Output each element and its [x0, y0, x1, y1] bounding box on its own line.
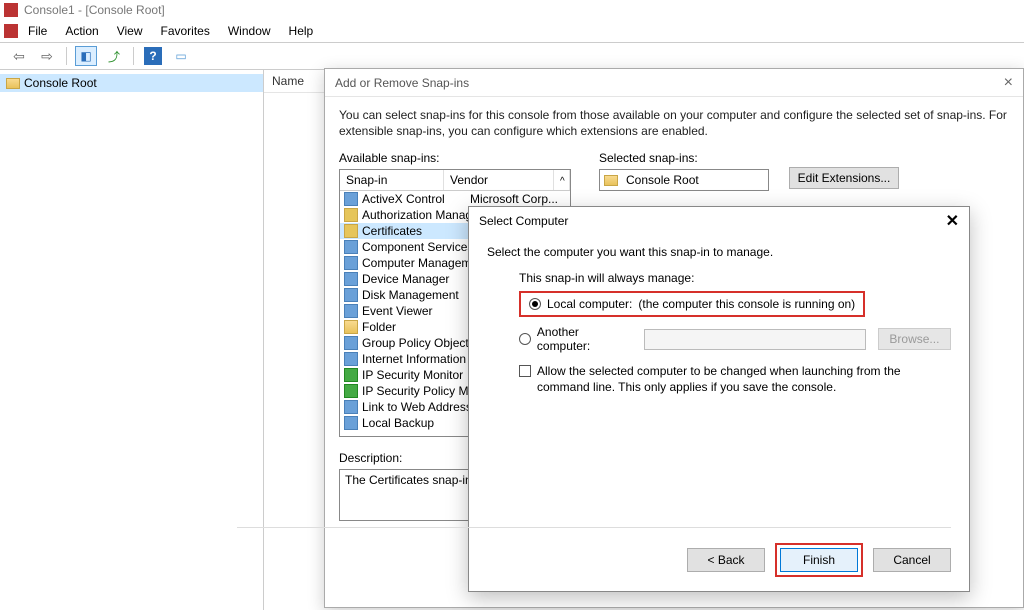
snapin-icon — [344, 304, 358, 318]
local-computer-label: Local computer: — [547, 297, 632, 311]
dialog-header[interactable]: Select Computer ✕ — [469, 207, 969, 235]
tree-item-console-root[interactable]: Console Root — [0, 74, 263, 92]
toolbar-separator — [66, 47, 67, 65]
snapin-row[interactable]: ActiveX Control Microsoft Corp... — [340, 191, 570, 207]
manage-fieldset: This snap-in will always manage: Local c… — [519, 271, 951, 395]
menu-file[interactable]: File — [28, 24, 47, 38]
back-button[interactable]: < Back — [687, 548, 765, 572]
menu-view[interactable]: View — [117, 24, 143, 38]
close-icon[interactable]: × — [1004, 74, 1013, 92]
close-icon[interactable]: ✕ — [946, 211, 959, 231]
back-button[interactable] — [8, 46, 30, 66]
footer-separator — [237, 527, 951, 528]
dialog-intro-text: You can select snap-ins for this console… — [339, 107, 1009, 139]
snapin-icon — [344, 336, 358, 350]
local-computer-hint: (the computer this console is running on… — [638, 297, 855, 311]
cancel-button[interactable]: Cancel — [873, 548, 951, 572]
snapin-icon — [344, 416, 358, 430]
folder-icon — [604, 175, 618, 186]
snapin-icon — [344, 368, 358, 382]
snapin-icon — [344, 240, 358, 254]
fieldset-label: This snap-in will always manage: — [519, 271, 951, 285]
tree-pane[interactable]: Console Root — [0, 70, 264, 610]
doc-icon — [4, 24, 18, 38]
dialog-select-computer: Select Computer ✕ Select the computer yo… — [468, 206, 970, 592]
allow-change-text: Allow the selected computer to be change… — [537, 363, 951, 395]
another-computer-row: Another computer: Browse... — [519, 325, 951, 353]
radio-local-computer[interactable] — [529, 298, 541, 310]
allow-change-row: Allow the selected computer to be change… — [519, 363, 951, 395]
list-header: Snap-in Vendor — [340, 170, 570, 191]
menu-window[interactable]: Window — [228, 24, 271, 38]
another-computer-input — [644, 329, 865, 350]
dialog-body: Select the computer you want this snap-i… — [469, 235, 969, 405]
window-titlebar: Console1 - [Console Root] — [0, 0, 1024, 20]
toolbar — [0, 42, 1024, 70]
snapin-icon — [344, 272, 358, 286]
folder-icon — [6, 78, 20, 89]
available-snapins-label: Available snap-ins: — [339, 151, 571, 165]
select-computer-intro: Select the computer you want this snap-i… — [487, 245, 951, 259]
dialog-footer: < Back Finish Cancel — [687, 543, 951, 577]
snapin-icon — [344, 256, 358, 270]
snapin-icon — [344, 400, 358, 414]
snapin-icon — [344, 288, 358, 302]
column-vendor[interactable]: Vendor — [444, 170, 554, 190]
selected-root-label: Console Root — [626, 173, 699, 187]
finish-button[interactable]: Finish — [780, 548, 858, 572]
snapin-label: ActiveX Control — [362, 192, 466, 206]
column-snapin[interactable]: Snap-in — [340, 170, 444, 190]
allow-change-checkbox[interactable] — [519, 365, 531, 377]
dialog-title: Select Computer — [479, 214, 568, 228]
snapin-icon — [344, 192, 358, 206]
toolbar-separator — [133, 47, 134, 65]
finish-highlight: Finish — [775, 543, 863, 577]
menu-help[interactable]: Help — [289, 24, 314, 38]
app-icon — [4, 3, 18, 17]
tree-item-label: Console Root — [24, 76, 97, 90]
window-title: Console1 - [Console Root] — [24, 3, 165, 17]
snapin-icon — [344, 224, 358, 238]
snapin-icon — [344, 352, 358, 366]
selected-snapins-box[interactable]: Console Root — [599, 169, 769, 191]
menu-favorites[interactable]: Favorites — [161, 24, 210, 38]
scroll-up-icon[interactable] — [554, 170, 570, 190]
snapin-icon — [344, 208, 358, 222]
dialog-title: Add or Remove Snap-ins — [335, 76, 469, 90]
dialog-header[interactable]: Add or Remove Snap-ins × — [325, 69, 1023, 97]
new-window-button[interactable] — [170, 46, 192, 66]
another-computer-label: Another computer: — [537, 325, 635, 353]
browse-button: Browse... — [878, 328, 951, 350]
snapin-icon — [344, 384, 358, 398]
edit-extensions-button[interactable]: Edit Extensions... — [789, 167, 899, 189]
forward-button[interactable] — [36, 46, 58, 66]
menu-action[interactable]: Action — [65, 24, 98, 38]
help-icon — [144, 47, 162, 65]
selected-snapins-label: Selected snap-ins: — [599, 151, 769, 165]
snapin-icon — [344, 320, 358, 334]
show-tree-button[interactable] — [75, 46, 97, 66]
radio-another-computer[interactable] — [519, 333, 531, 345]
local-computer-highlight: Local computer: (the computer this conso… — [519, 291, 865, 317]
snapin-vendor: Microsoft Corp... — [470, 192, 566, 206]
menu-bar: File Action View Favorites Window Help — [0, 20, 1024, 42]
help-button[interactable] — [142, 46, 164, 66]
export-button[interactable] — [103, 46, 125, 66]
